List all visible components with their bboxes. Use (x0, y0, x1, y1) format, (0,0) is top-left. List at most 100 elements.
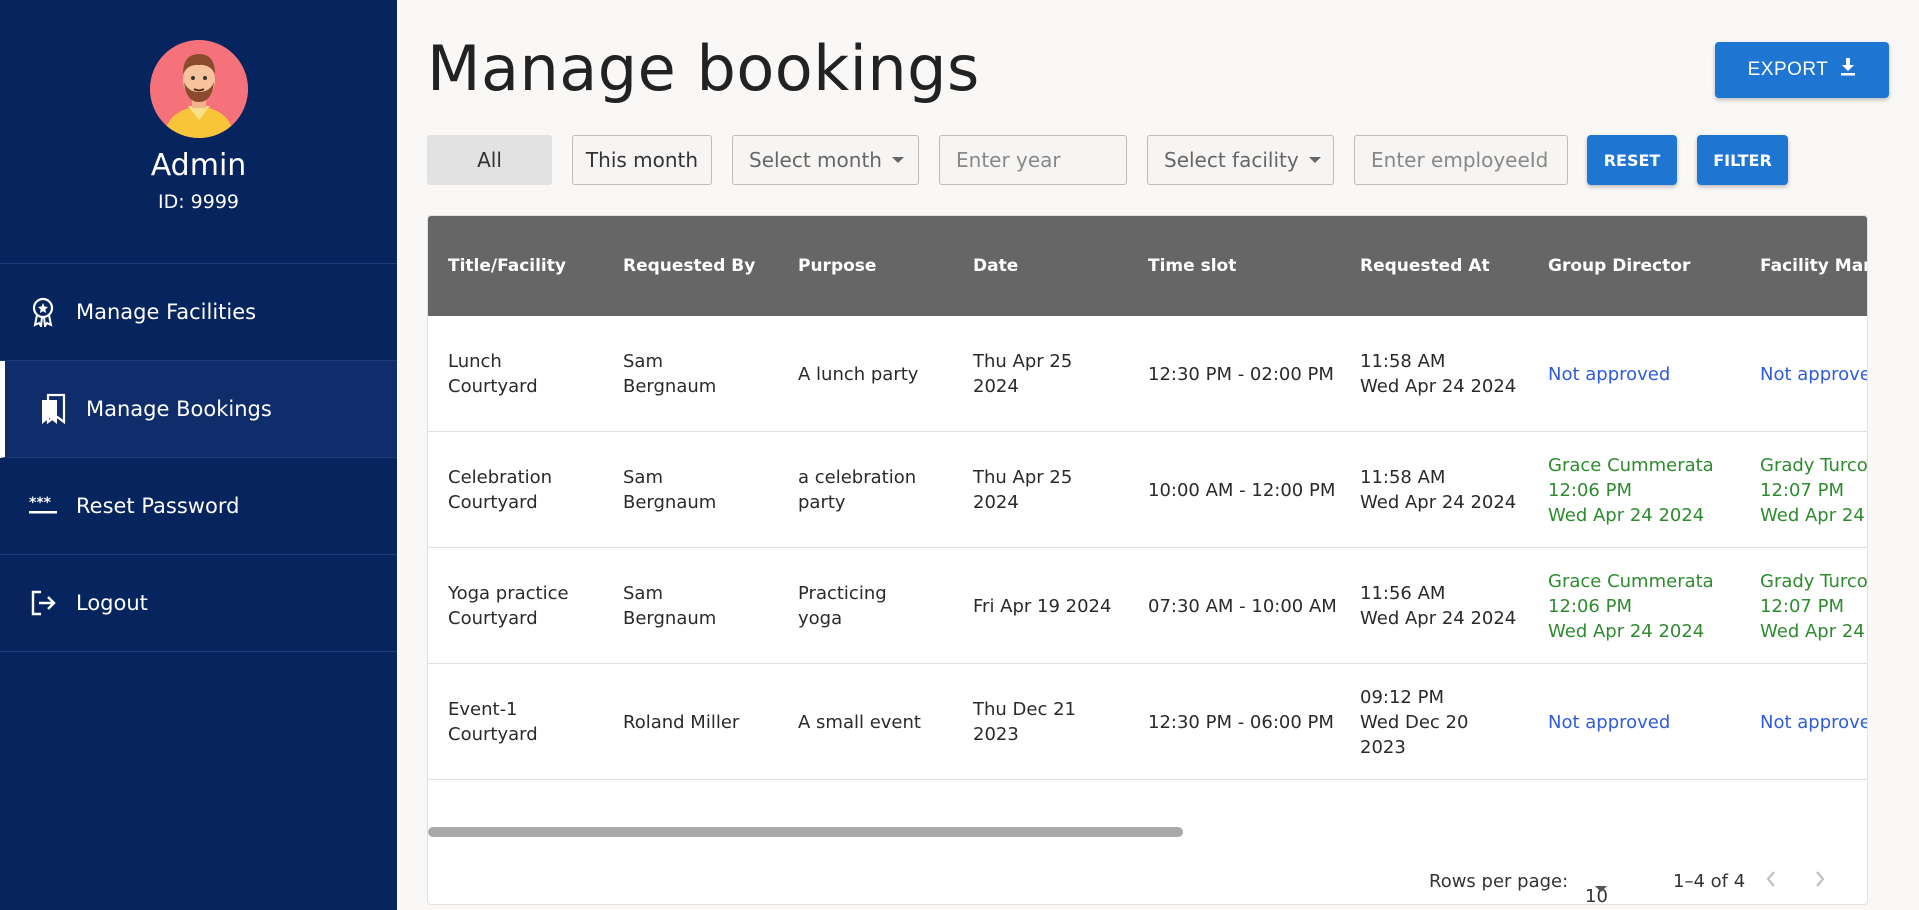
sidebar-item-manage-facilities[interactable]: Manage Facilities (0, 264, 397, 361)
cell-facility-manager: Grady Turco (1760, 570, 1868, 592)
cell-date: 2023 (973, 724, 1019, 745)
column-header[interactable]: Facility Mana (1760, 216, 1867, 316)
select-facility-label: Select facility (1164, 148, 1299, 172)
page-range: 1–4 of 4 (1673, 871, 1746, 892)
cell-purpose: yoga (798, 608, 843, 629)
cell-purpose: A lunch party (798, 363, 919, 385)
column-header[interactable]: Requested By (623, 216, 755, 316)
page-title: Manage bookings (427, 32, 980, 105)
cell-facility-manager: Not approve (1760, 363, 1868, 385)
chevron-right-icon (1816, 871, 1825, 887)
cell-purpose: a celebration (798, 467, 917, 488)
cell-title: Lunch (448, 351, 502, 372)
cell-requested-by: Sam (623, 467, 663, 488)
cell-requested-at: Wed Apr 24 2024 (1360, 492, 1517, 513)
cell-group-director: 12:06 PM (1548, 479, 1632, 501)
cell-date: Thu Apr 25 (973, 467, 1073, 488)
select-month-dropdown[interactable]: Select month (732, 135, 919, 185)
caret-down-icon (1595, 886, 1607, 892)
cell-requested-at: 09:12 PM (1360, 686, 1444, 708)
employee-id-input[interactable]: Enter employeeId (1354, 135, 1568, 185)
reset-button[interactable]: RESET (1587, 135, 1677, 185)
table-row[interactable]: Celebration Courtyard Sam Bergnaum a celeb… (428, 432, 1868, 548)
horizontal-scrollbar[interactable] (428, 827, 1183, 837)
cell-purpose: party (798, 492, 846, 513)
cell-group-director: Not approved (1548, 711, 1671, 733)
cell-facility-manager: Wed Apr 24 2 (1760, 620, 1867, 642)
table-header: Title/Facility Requested By Purpose Date… (428, 216, 1867, 316)
sidebar-item-logout[interactable]: Logout (0, 555, 397, 652)
cell-group-director: Not approved (1548, 363, 1671, 385)
svg-text:***: *** (29, 496, 52, 511)
cell-facility-manager: Not approve (1760, 711, 1868, 733)
next-page-button[interactable] (1813, 868, 1827, 895)
profile-section: Admin ID: 9999 (0, 0, 397, 264)
logout-icon (28, 588, 58, 618)
avatar (149, 40, 248, 138)
cell-time-slot: 12:30 PM - 06:00 PM (1148, 711, 1334, 733)
cell-purpose: A small event (798, 711, 921, 733)
cell-requested-by: Bergnaum (623, 608, 717, 629)
cell-facility: Courtyard (448, 376, 538, 397)
cell-group-director: Grace Cummerata (1548, 454, 1714, 476)
main-content: Manage bookings EXPORT All This month Se… (397, 0, 1919, 910)
cell-date: Fri Apr 19 2024 (973, 595, 1112, 617)
export-label: EXPORT (1747, 59, 1829, 80)
table-row[interactable]: Yoga practice Courtyard Sam Bergnaum Pract… (428, 548, 1868, 664)
rows-per-page-label: Rows per page: (1429, 871, 1569, 892)
cell-date: 2024 (973, 492, 1019, 513)
cell-group-director: Grace Cummerata (1548, 570, 1714, 592)
cell-facility: Courtyard (448, 492, 538, 513)
sidebar-item-label: Reset Password (76, 494, 240, 518)
select-facility-dropdown[interactable]: Select facility (1147, 135, 1334, 185)
sidebar-item-label: Manage Bookings (86, 397, 272, 421)
all-filter-button[interactable]: All (427, 135, 552, 185)
caret-down-icon (1308, 157, 1321, 163)
filter-button[interactable]: FILTER (1697, 135, 1788, 185)
cell-requested-by: Bergnaum (623, 492, 717, 513)
chevron-left-icon (1766, 871, 1775, 887)
cell-title: Event-1 (448, 699, 518, 720)
cell-facility-manager: Wed Apr 24 2 (1760, 504, 1867, 526)
column-header[interactable]: Purpose (798, 216, 876, 316)
password-icon: *** (28, 491, 58, 521)
cell-facility-manager: 12:07 PM (1760, 595, 1844, 617)
cell-requested-at: 11:58 AM (1360, 467, 1446, 488)
this-month-button[interactable]: This month (572, 135, 712, 185)
sidebar-item-manage-bookings[interactable]: Manage Bookings (0, 361, 397, 458)
sidebar-item-label: Manage Facilities (76, 300, 257, 324)
cell-group-director: Wed Apr 24 2024 (1548, 620, 1705, 642)
cell-facility-manager: Grady Turco (1760, 454, 1868, 476)
table-row[interactable]: Event-1 Courtyard Roland Miller A small e… (428, 664, 1868, 780)
cell-time-slot: 10:00 AM - 12:00 PM (1148, 479, 1336, 501)
award-icon (28, 297, 58, 327)
cell-title: Celebration (448, 467, 553, 488)
pagination: Rows per page: 10 1–4 of 4 (428, 856, 1867, 904)
download-icon (1840, 57, 1856, 83)
cell-requested-at: Wed Apr 24 2024 (1360, 376, 1517, 397)
cell-requested-at: Wed Apr 24 2024 (1360, 608, 1517, 629)
year-input[interactable]: Enter year (939, 135, 1127, 185)
cell-requested-at: 11:58 AM (1360, 351, 1446, 372)
previous-page-button[interactable] (1764, 868, 1778, 895)
user-name: Admin (150, 148, 247, 183)
cell-requested-by: Sam (623, 583, 663, 604)
column-header[interactable]: Date (973, 216, 1018, 316)
cell-date: Thu Dec 21 (973, 699, 1076, 720)
column-header[interactable]: Group Director (1548, 216, 1690, 316)
cell-time-slot: 07:30 AM - 10:00 AM (1148, 595, 1337, 617)
cell-group-director: Wed Apr 24 2024 (1548, 504, 1705, 526)
column-header[interactable]: Requested At (1360, 216, 1490, 316)
column-header[interactable]: Title/Facility (448, 216, 566, 316)
bookings-table-card: Title/Facility Requested By Purpose Date… (427, 215, 1868, 905)
sidebar-item-reset-password[interactable]: *** Reset Password (0, 458, 397, 555)
column-header[interactable]: Time slot (1148, 216, 1236, 316)
cell-date: 2024 (973, 376, 1019, 397)
export-button[interactable]: EXPORT (1715, 42, 1889, 98)
table-row[interactable]: Lunch Courtyard Sam Bergnaum A lunch party… (428, 316, 1868, 432)
cell-facility: Courtyard (448, 724, 538, 745)
cell-requested-at: 11:56 AM (1360, 583, 1446, 604)
cell-title: Yoga practice (448, 583, 569, 604)
caret-down-icon (891, 157, 904, 163)
user-id: ID: 9999 (157, 191, 240, 213)
